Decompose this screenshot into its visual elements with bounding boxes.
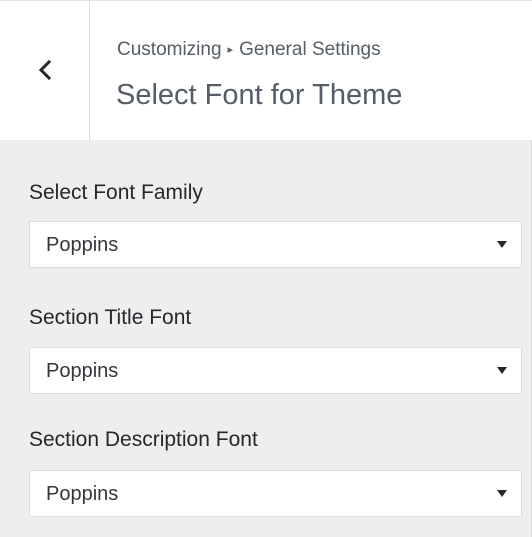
font-family-label: Select Font Family xyxy=(29,181,203,204)
section-description-font-value: Poppins xyxy=(46,483,119,505)
font-family-select[interactable]: Poppins xyxy=(29,221,522,268)
panel-title: Select Font for Theme xyxy=(116,79,403,111)
panel-header: Customizing ▸ General Settings Select Font… xyxy=(0,0,532,140)
font-family-value: Poppins xyxy=(46,234,119,256)
section-description-font-select[interactable]: Poppins xyxy=(29,470,522,517)
chevron-left-icon xyxy=(38,60,52,80)
section-description-font-label: Section Description Font xyxy=(29,428,258,451)
back-button[interactable] xyxy=(0,1,90,140)
breadcrumb-parent: Customizing xyxy=(117,39,222,60)
section-title-font-label: Section Title Font xyxy=(29,306,192,329)
breadcrumb-child: General Settings xyxy=(239,39,381,60)
controls-area: Select Font Family Poppins Section Title… xyxy=(0,140,532,537)
caret-down-icon xyxy=(497,367,507,374)
breadcrumb-separator-icon: ▸ xyxy=(227,44,234,56)
caret-down-icon xyxy=(497,490,507,497)
breadcrumb: Customizing ▸ General Settings xyxy=(117,39,381,61)
caret-down-icon xyxy=(497,241,507,248)
section-title-font-value: Poppins xyxy=(46,360,119,382)
customizer-panel: Customizing ▸ General Settings Select Font… xyxy=(0,0,532,537)
section-title-font-select[interactable]: Poppins xyxy=(29,347,522,394)
